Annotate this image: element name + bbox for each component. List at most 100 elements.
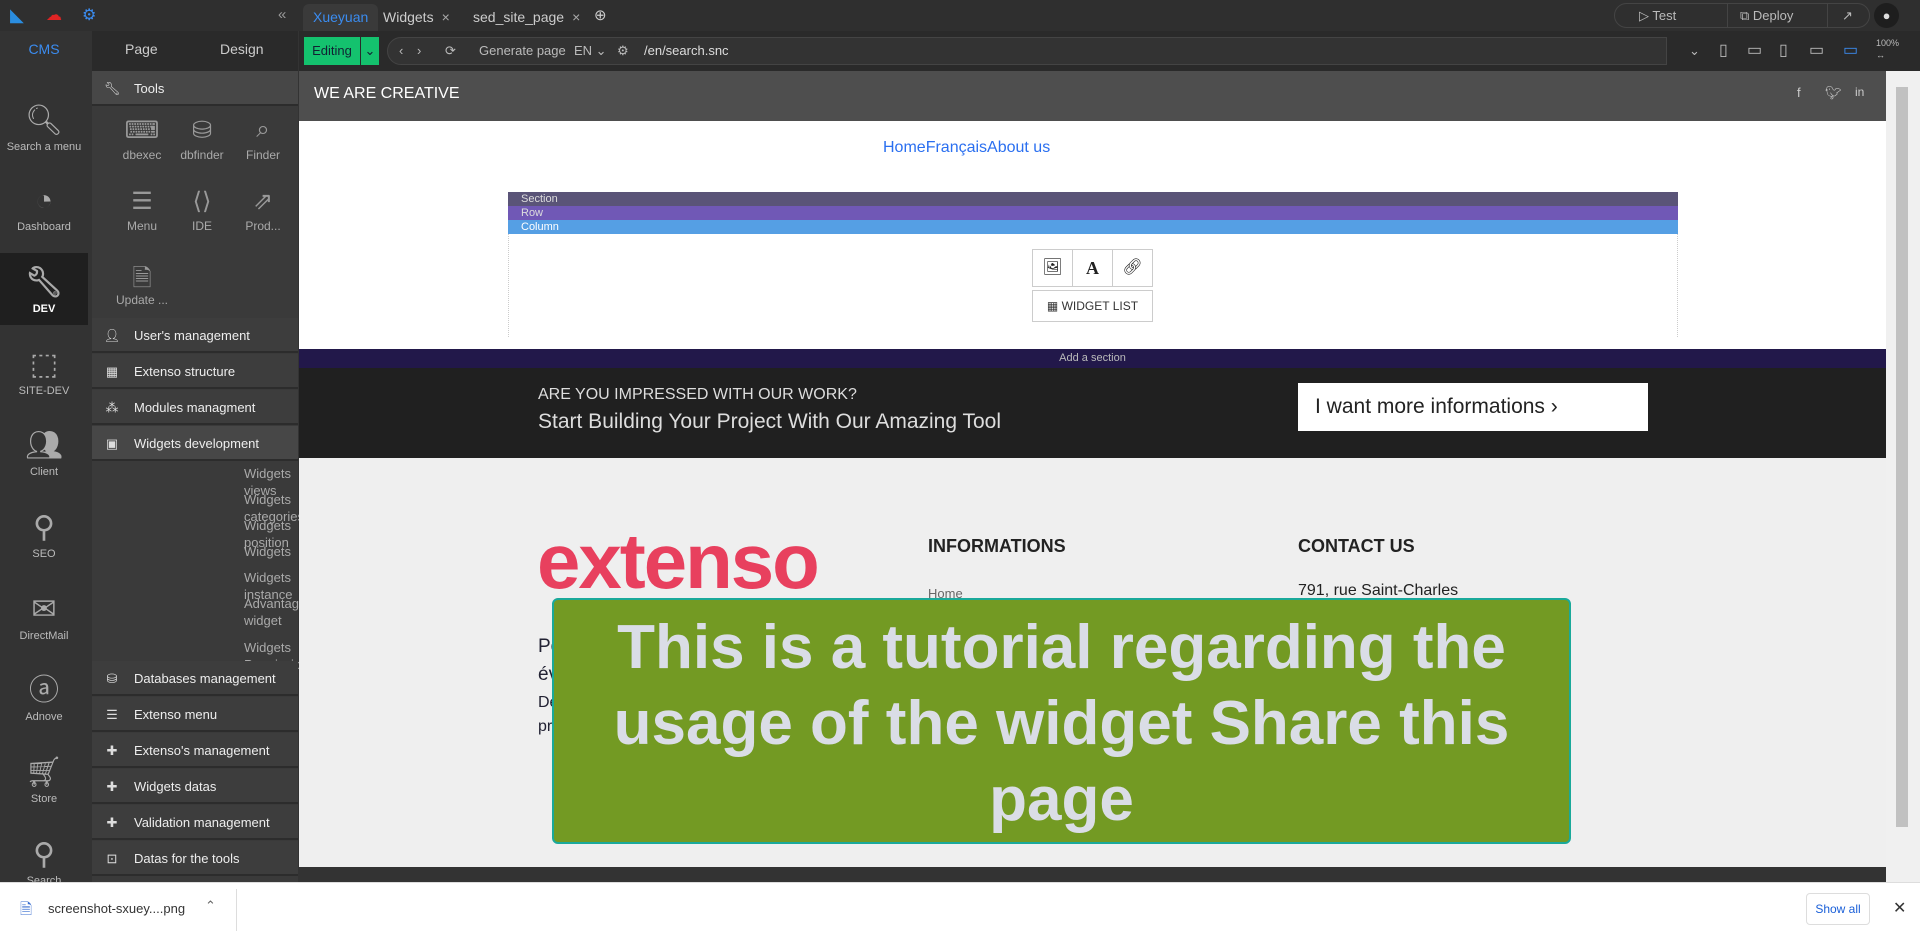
submenu-widgets[interactable]: Widgets: [244, 543, 291, 560]
section-bar[interactable]: Section: [508, 192, 1678, 206]
cart-icon: 🛒︎: [24, 756, 64, 789]
widget-quick-add: 🖼︎ A 🔗︎: [1032, 249, 1153, 287]
link-icon[interactable]: 🔗︎: [1113, 250, 1152, 286]
menu-item-widgets-development[interactable]: ▣ Widgets development: [92, 426, 298, 461]
sidebar-item-directmail[interactable]: ✉ DirectMail: [0, 590, 88, 642]
label: DEV: [32, 303, 56, 315]
text-icon[interactable]: A: [1073, 250, 1113, 286]
grid-icon: ▦: [1046, 299, 1059, 313]
facebook-icon[interactable]: f: [1797, 85, 1801, 100]
tablet-landscape-icon[interactable]: ▭: [1747, 37, 1762, 65]
back-icon[interactable]: ‹: [399, 37, 403, 65]
sidebar-item-seo[interactable]: ⚲ SEO: [0, 508, 88, 560]
cloud-upload-icon[interactable]: ☁: [46, 5, 62, 25]
mode-select[interactable]: Editing: [304, 37, 360, 65]
external-link-icon[interactable]: ↗: [1827, 4, 1853, 27]
tool-dbfinder[interactable]: ⛁ dbfinder: [172, 116, 232, 162]
forward-icon[interactable]: ›: [417, 37, 421, 65]
desktop-view-icon[interactable]: ▭: [1843, 37, 1858, 65]
gear-icon[interactable]: ⚙: [82, 5, 96, 25]
tool-menu[interactable]: ☰ Menu: [112, 187, 172, 233]
column-bar[interactable]: Column: [508, 220, 1678, 234]
deploy-button[interactable]: ⧉ Deploy: [1727, 4, 1793, 27]
label: dbexec: [122, 148, 162, 162]
label: Prod...: [245, 219, 281, 233]
editor-toolbar: Editing ⌄ ‹ › ⟳ Generate page EN ⌄ ⚙ /en…: [299, 31, 1920, 71]
informations-heading: INFORMATIONS: [928, 536, 1066, 556]
add-tab-icon[interactable]: ⊕: [594, 6, 607, 24]
sidebar-item-adnove[interactable]: ⓐ Adnove: [0, 671, 88, 723]
tab-sed-site-page[interactable]: sed_site_page ×: [463, 4, 590, 31]
menu-item-extensos-management[interactable]: ✚ Extenso's management: [92, 733, 298, 768]
seo-icon: ⚲: [33, 511, 55, 544]
tab-widgets[interactable]: Widgets ×: [373, 4, 460, 31]
download-item[interactable]: screenshot-sxuey....png: [48, 901, 185, 916]
sidebar-item-client[interactable]: 👥︎ Client: [0, 426, 88, 478]
sidebar-item-dashboard[interactable]: ◔ Dashboard: [0, 181, 88, 233]
test-label: Test: [1652, 8, 1677, 23]
scrollbar-thumb[interactable]: [1896, 87, 1908, 827]
tool-update[interactable]: 🗎︎ Update ...: [112, 261, 172, 307]
tool-dbexec[interactable]: ⌨ dbexec: [112, 116, 172, 162]
menu-item-databases[interactable]: ⛁ Databases management: [92, 661, 298, 696]
tab-xueyuan[interactable]: Xueyuan: [303, 4, 379, 31]
widgets-icon: ▣: [105, 436, 119, 451]
image-icon[interactable]: 🖼︎: [1033, 250, 1073, 286]
linkedin-icon[interactable]: in: [1855, 85, 1864, 99]
menu-item-extenso-structure[interactable]: ▦ Extenso structure: [92, 354, 298, 389]
menu-item-datas-tools[interactable]: ⊡ Datas for the tools: [92, 841, 298, 876]
menu-item-modules[interactable]: ⁂ Modules managment: [92, 390, 298, 425]
label: Extenso menu: [134, 707, 218, 722]
user-avatar[interactable]: ●: [1874, 3, 1899, 28]
tool-prod[interactable]: ⇗ Prod...: [233, 187, 293, 233]
test-button[interactable]: ▷ Test: [1639, 4, 1676, 27]
add-section-button[interactable]: Add a section: [299, 349, 1886, 368]
sidebar-item-site-dev[interactable]: ⬚ SITE-DEV: [0, 345, 88, 397]
show-all-button[interactable]: Show all: [1806, 893, 1870, 925]
row-bar[interactable]: Row: [508, 206, 1678, 220]
menu-item-extenso-menu[interactable]: ☰ Extenso menu: [92, 697, 298, 732]
gauge-icon: ◔: [34, 184, 54, 217]
close-icon[interactable]: ×: [572, 9, 580, 25]
tab-cms[interactable]: CMS: [0, 41, 88, 57]
widget-list-button[interactable]: ▦ WIDGET LIST: [1032, 290, 1153, 322]
generate-page-button[interactable]: Generate page: [479, 37, 566, 65]
tool-ide[interactable]: ⟨⟩ IDE: [172, 187, 232, 233]
nav-francais[interactable]: Français: [926, 139, 987, 156]
cta-title: Start Building Your Project With Our Ama…: [538, 410, 1002, 433]
url-input[interactable]: /en/search.snc: [644, 37, 729, 65]
nav-home[interactable]: Home: [883, 139, 926, 156]
laptop-view-icon[interactable]: ▭: [1809, 37, 1824, 65]
sidebar-item-search-menu[interactable]: 🔍︎ Search a menu: [0, 101, 88, 153]
menu-item-users-management[interactable]: 👤︎ User's management: [92, 318, 298, 353]
file-edit-icon: 🗎︎: [132, 265, 152, 292]
chevron-down-icon[interactable]: ⌄: [361, 37, 379, 65]
url-dropdown-icon[interactable]: ⌄: [1689, 37, 1700, 65]
mobile-view-icon[interactable]: ▯: [1719, 37, 1728, 65]
chevron-up-icon[interactable]: ⌃: [205, 898, 216, 914]
tool-finder[interactable]: ⌕ Finder: [233, 116, 293, 162]
close-icon[interactable]: ×: [442, 9, 450, 25]
zoom-toggle[interactable]: 100% ↔: [1876, 37, 1899, 65]
tab-page[interactable]: Page: [125, 41, 158, 57]
settings-icon[interactable]: ⚙: [617, 37, 629, 65]
nav-about[interactable]: About us: [987, 139, 1050, 156]
menu-item-validation[interactable]: ✚ Validation management: [92, 805, 298, 840]
twitter-icon[interactable]: 🐦︎: [1825, 85, 1842, 101]
menu-item-widgets-datas[interactable]: ✚ Widgets datas: [92, 769, 298, 804]
sidebar-item-dev[interactable]: 🔧︎ DEV: [0, 263, 88, 315]
language-select[interactable]: EN ⌄: [574, 37, 607, 65]
more-info-button[interactable]: I want more informations ›: [1298, 383, 1648, 431]
close-icon[interactable]: ✕: [1893, 898, 1906, 918]
tab-design[interactable]: Design: [220, 41, 264, 57]
label: DirectMail: [19, 630, 69, 642]
collapse-button[interactable]: «: [278, 6, 286, 23]
vertical-scrollbar[interactable]: [1886, 71, 1920, 882]
sidebar-item-store[interactable]: 🛒︎ Store: [0, 753, 88, 805]
label: Menu: [126, 219, 158, 233]
menu-item-tools[interactable]: 🔧︎ Tools: [92, 71, 298, 106]
refresh-icon[interactable]: ⟳: [445, 37, 456, 65]
tablet-view-icon[interactable]: ▯: [1779, 37, 1788, 65]
sidebar-item-search[interactable]: ⚲ Search: [0, 835, 88, 887]
modules-icon: ⁂: [105, 400, 119, 415]
